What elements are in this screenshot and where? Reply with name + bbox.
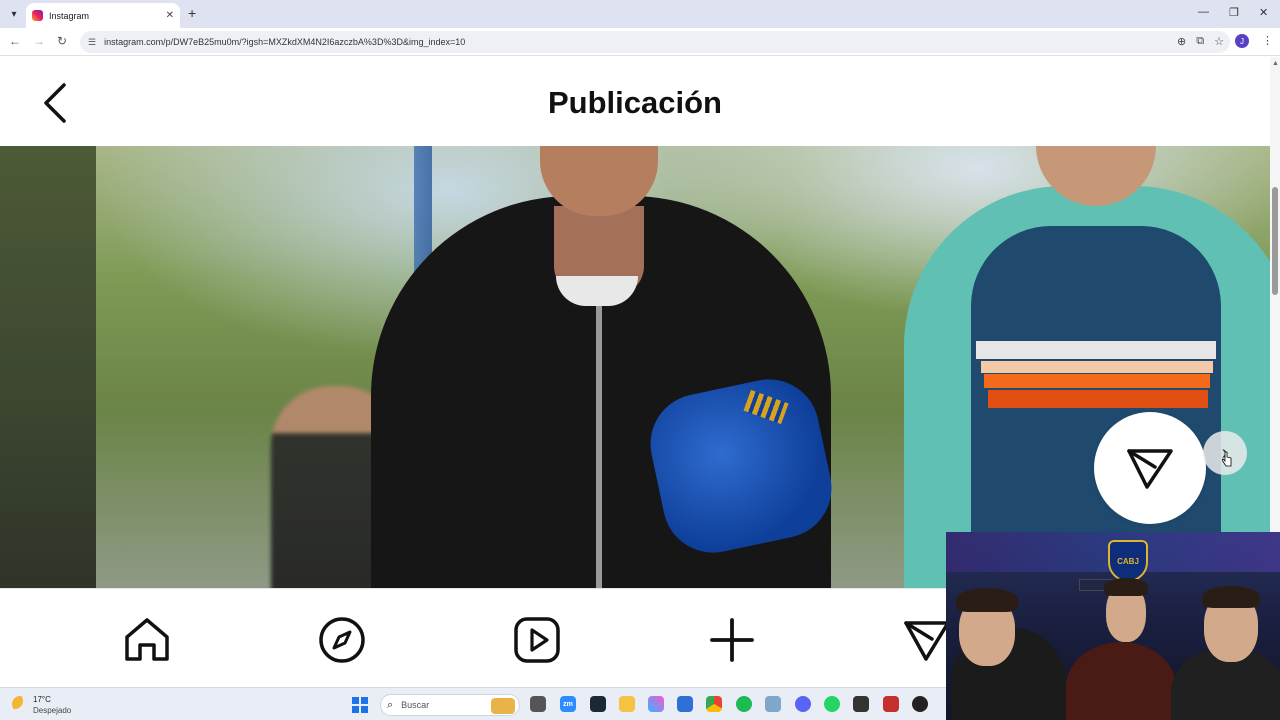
chrome-icon[interactable] [706,696,722,712]
site-info-icon[interactable]: ☰ [88,37,96,48]
screen: ▾ Instagram ✕ + — ❐ ✕ ← → ↻ ☰ instagram.… [0,0,1280,720]
tab-search-icon[interactable]: ▾ [6,6,22,22]
start-menu-icon[interactable] [352,697,368,713]
home-icon[interactable] [122,615,172,665]
close-window-icon[interactable]: ✕ [1259,6,1268,19]
browser-tab[interactable]: Instagram ✕ [26,3,180,28]
file-explorer-icon[interactable] [619,696,635,712]
minimize-icon[interactable]: — [1198,6,1209,18]
browser-tab-strip: ▾ Instagram ✕ + — ❐ ✕ [0,0,1280,28]
bookmark-star-icon[interactable]: ☆ [1214,35,1224,48]
previous-photo-edge [0,146,96,588]
send-icon [1127,449,1173,489]
taskbar-search[interactable]: ⌕ Buscar [380,694,520,716]
url-text: instagram.com/p/DW7eB25mu0m/?igsh=MXZkdX… [104,37,466,47]
profile-avatar[interactable]: J [1235,34,1249,48]
reels-icon[interactable] [512,615,562,665]
weather-description[interactable]: Despejado [33,706,71,715]
webcam-overlay: CABJ [946,532,1280,720]
moon-weather-icon[interactable] [12,696,28,712]
share-button[interactable] [1094,412,1206,524]
copilot-icon[interactable] [648,696,664,712]
store-icon[interactable] [677,696,693,712]
instagram-favicon-icon [32,10,43,21]
club-crest-logo: CABJ [1108,540,1148,582]
explore-icon[interactable] [317,615,367,665]
discord-icon[interactable] [795,696,811,712]
weather-temperature[interactable]: 17°C [33,695,51,704]
search-placeholder: Buscar [401,700,430,710]
photo-image [96,146,1270,588]
restore-icon[interactable]: ❐ [1229,6,1239,19]
tab-title: Instagram [49,10,90,21]
install-app-icon[interactable]: ⧉ [1196,35,1204,48]
reload-icon[interactable]: ↻ [57,34,67,48]
task-view-icon[interactable] [530,696,546,712]
photos-icon[interactable] [765,696,781,712]
post-photo[interactable] [0,146,1270,588]
scroll-thumb[interactable] [1272,187,1278,295]
browser-menu-icon[interactable]: ⋮ [1262,34,1273,47]
post-header: Publicación [0,57,1270,146]
zoom-app-icon[interactable]: zm [560,696,576,712]
back-nav-icon[interactable]: ← [9,34,21,48]
terminal-icon[interactable] [853,696,869,712]
obs-icon[interactable] [912,696,928,712]
search-highlight-icon [491,698,515,714]
capcut-icon[interactable] [883,696,899,712]
zoom-icon[interactable]: ⊕ [1177,35,1186,48]
tab-close-icon[interactable]: ✕ [166,10,174,21]
search-icon: ⌕ [387,698,394,711]
os-taskbar: 17°C Despejado ⌕ Buscar zm [0,687,946,720]
new-tab-icon[interactable]: + [188,5,196,21]
page-title: Publicación [548,85,722,120]
url-field[interactable]: ☰ instagram.com/p/DW7eB25mu0m/?igsh=MXZk… [80,31,1230,53]
direct-messages-icon[interactable] [902,615,952,665]
whatsapp-icon[interactable] [824,696,840,712]
spotify-icon[interactable] [736,696,752,712]
steam-icon[interactable] [590,696,606,712]
create-icon[interactable] [707,615,757,665]
mouse-cursor-icon [1222,451,1232,467]
streamer-center [1066,642,1176,720]
forward-nav-icon[interactable]: → [33,34,45,48]
address-bar-row: ← → ↻ ☰ instagram.com/p/DW7eB25mu0m/?igs… [0,28,1280,56]
scroll-up-icon[interactable]: ▲ [1272,60,1279,67]
